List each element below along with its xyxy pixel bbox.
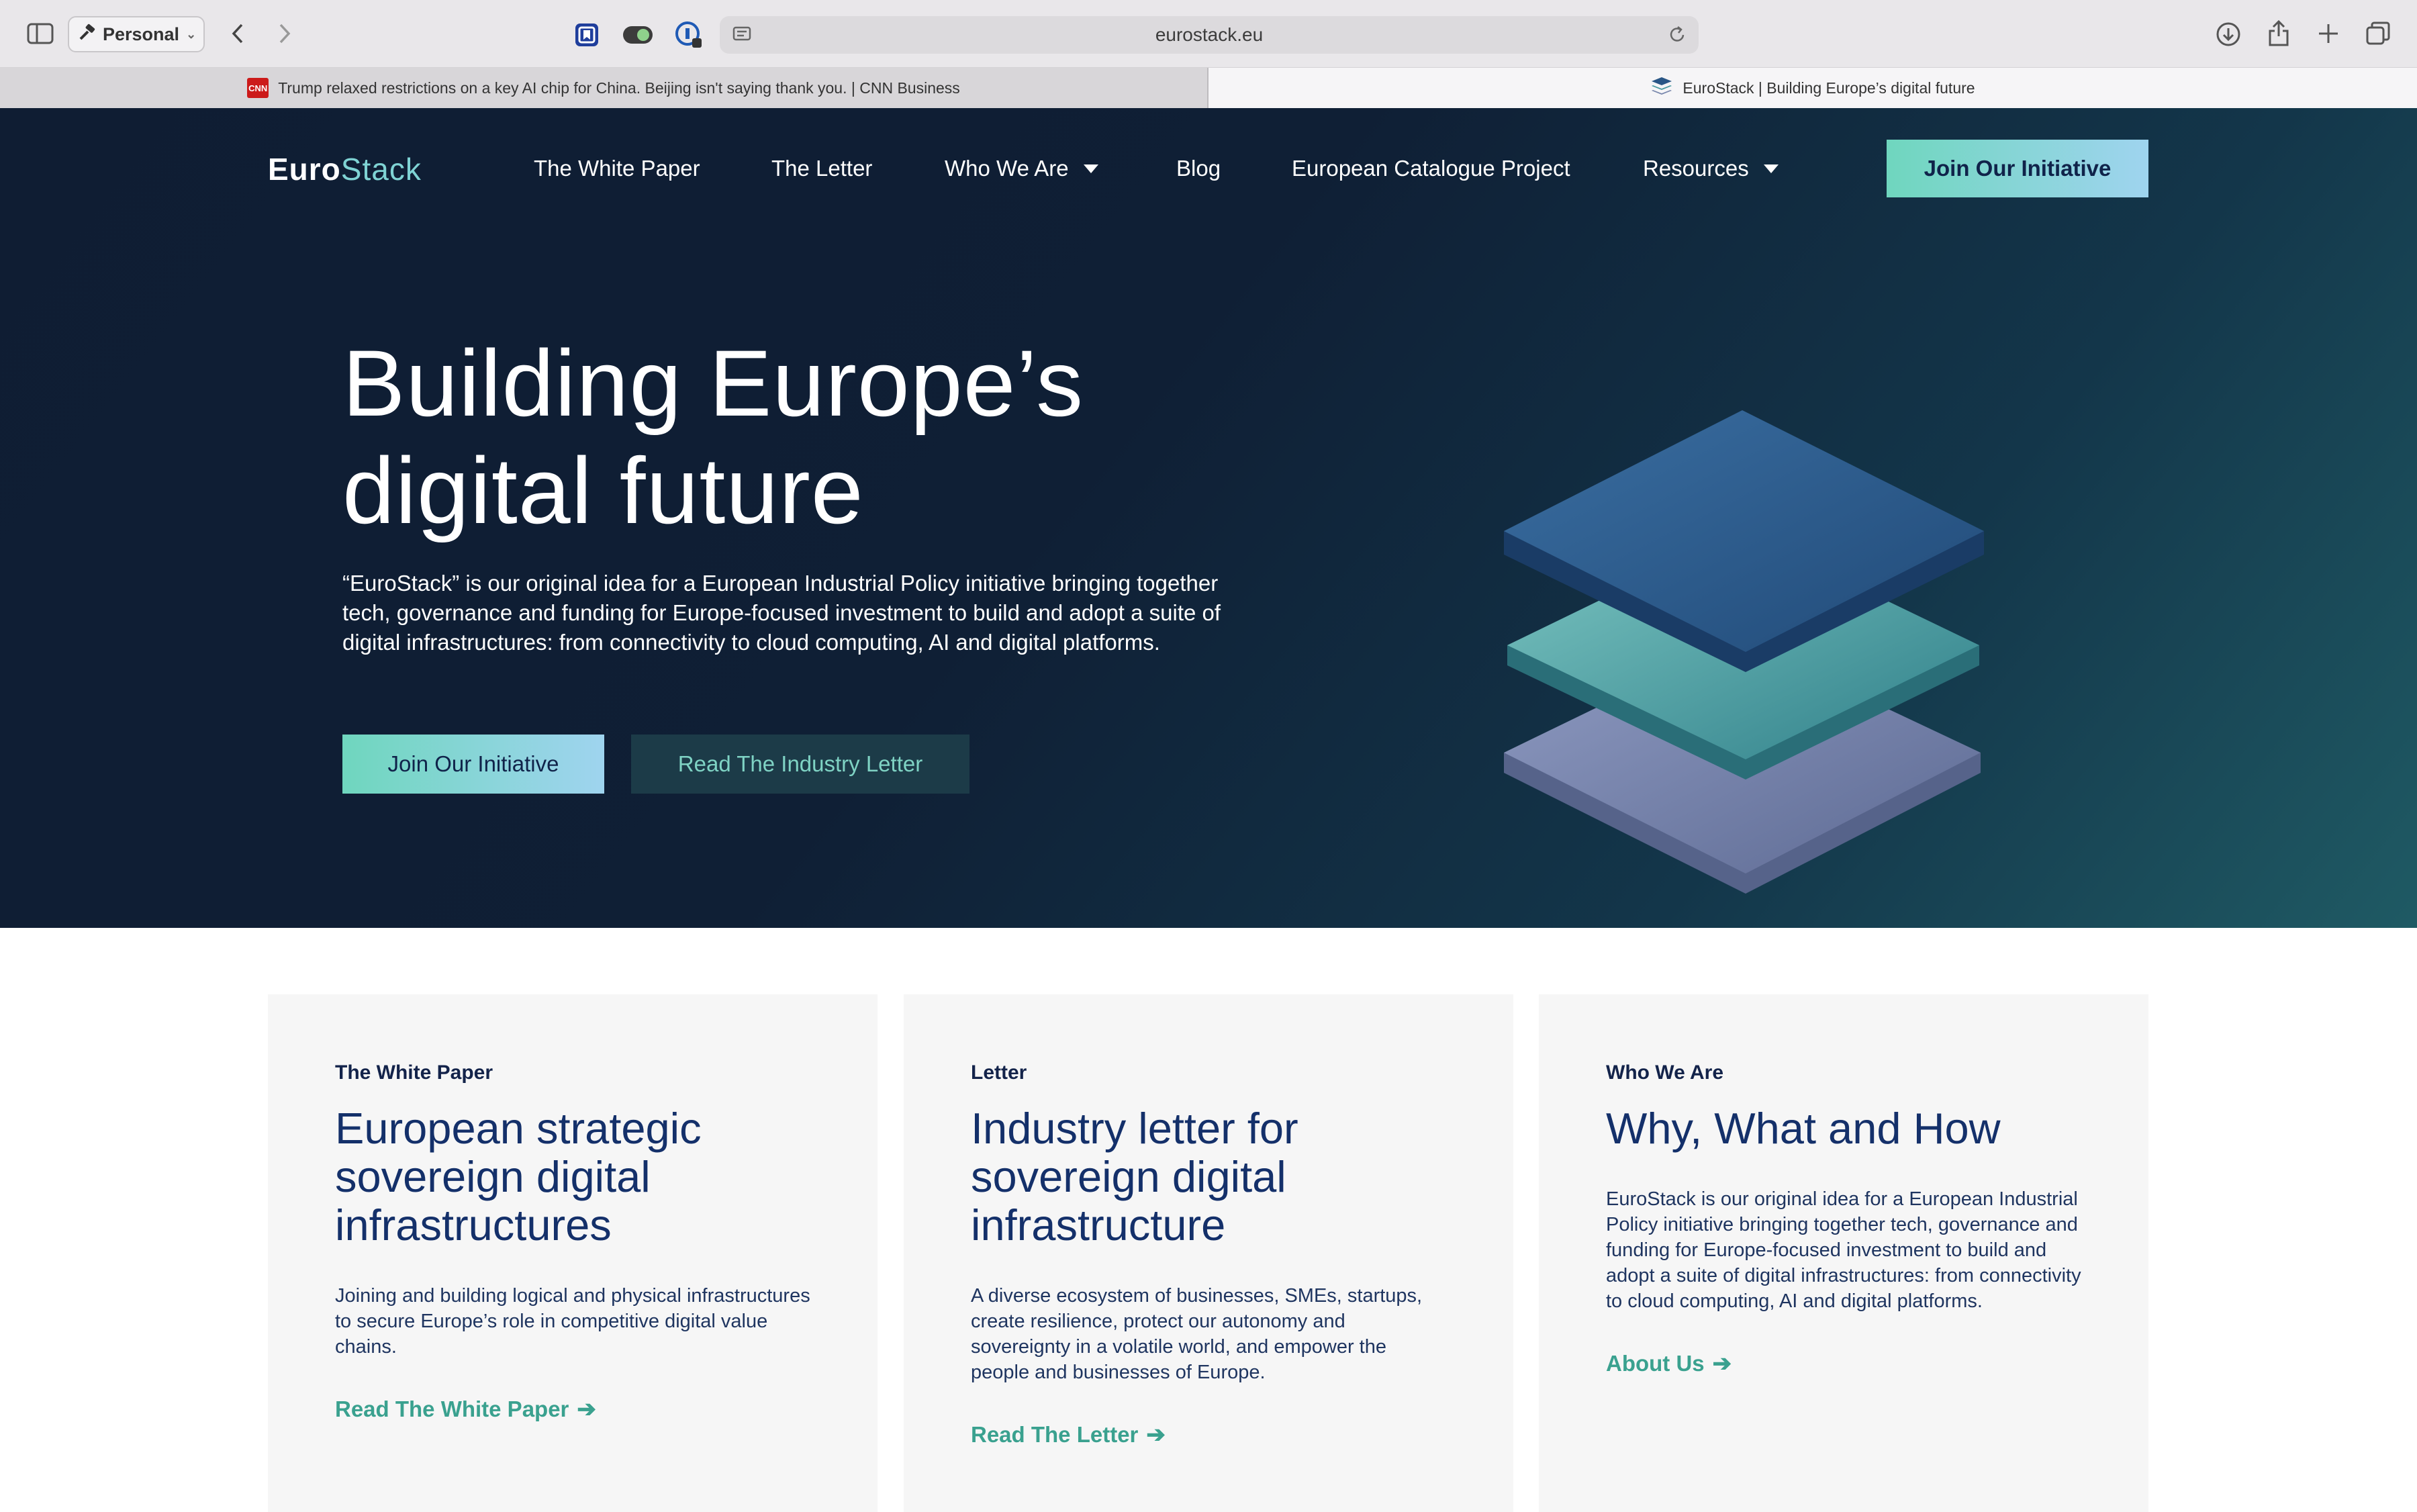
reload-icon[interactable]: [1666, 24, 1688, 50]
arrow-right-icon: ➔: [1712, 1351, 1732, 1376]
nav-item-who-we-are[interactable]: Who We Are: [945, 156, 1098, 181]
tab-cnn[interactable]: CNN Trump relaxed restrictions on a key …: [0, 68, 1208, 108]
nav-item-blog[interactable]: Blog: [1176, 156, 1221, 181]
share-icon[interactable]: [2265, 17, 2292, 48]
hero-title-line2: digital future: [342, 438, 864, 543]
card-body: A diverse ecosystem of businesses, SMEs,…: [971, 1285, 1423, 1383]
link-label: Read The White Paper: [335, 1397, 569, 1421]
back-icon[interactable]: [226, 19, 250, 48]
card-letter: Letter Industry letter for sovereign dig…: [904, 994, 1513, 1512]
caret-down-icon: [1083, 164, 1098, 173]
address-bar[interactable]: eurostack.eu: [720, 16, 1699, 54]
hero-title: Building Europe’s digital future: [342, 330, 1282, 545]
card-body: Joining and building logical and physica…: [335, 1285, 810, 1358]
browser-toolbar: Personal ⌄ eurostack.eu: [0, 0, 2417, 68]
toggle-extension-icon[interactable]: [622, 21, 654, 48]
password-extension-icon[interactable]: [674, 20, 704, 50]
card-who-we-are: Who We Are Why, What and How EuroStack i…: [1539, 994, 2148, 1512]
chevron-down-icon: ⌄: [186, 27, 197, 41]
nav-label: Resources: [1643, 156, 1749, 181]
card-eyebrow: Letter: [971, 1061, 1027, 1084]
downloads-icon[interactable]: [2214, 20, 2242, 48]
card-eyebrow: Who We Are: [1606, 1061, 1724, 1084]
nav-item-letter[interactable]: The Letter: [771, 156, 872, 181]
nav-item-resources[interactable]: Resources: [1643, 156, 1779, 181]
profile-label: Personal: [103, 23, 180, 44]
layered-stack-illustration: [1477, 323, 2001, 914]
arrow-right-icon: ➔: [577, 1397, 596, 1422]
nav-item-catalogue[interactable]: European Catalogue Project: [1292, 156, 1570, 181]
new-tab-icon[interactable]: [2315, 20, 2342, 47]
read-industry-letter-button[interactable]: Read The Industry Letter: [631, 735, 969, 794]
hero-description: “EuroStack” is our original idea for a E…: [342, 571, 1221, 655]
card-title: European strategic sovereign digital inf…: [335, 1104, 702, 1249]
forward-icon[interactable]: [273, 19, 297, 48]
card-white-paper: The White Paper European strategic sover…: [268, 994, 878, 1512]
caret-down-icon: [1763, 164, 1779, 173]
tab-overview-icon[interactable]: [2365, 20, 2391, 47]
hammer-icon: [79, 23, 96, 46]
card-title: Why, What and How: [1606, 1104, 2001, 1153]
link-label: Read The Letter: [971, 1422, 1139, 1447]
bookmark-extension-icon[interactable]: [573, 21, 600, 48]
nav-label: The Letter: [771, 156, 873, 181]
profile-switcher[interactable]: Personal ⌄: [68, 16, 205, 52]
tab-bar: CNN Trump relaxed restrictions on a key …: [0, 68, 2417, 109]
nav-item-white-paper[interactable]: The White Paper: [534, 156, 700, 181]
card-body: EuroStack is our original idea for a Eur…: [1606, 1188, 2081, 1312]
logo-stack: Stack: [340, 152, 422, 187]
hero-title-line1: Building Europe’s: [342, 330, 1084, 436]
site-logo[interactable]: EuroStack: [268, 151, 422, 187]
page-menu-icon[interactable]: [732, 25, 752, 50]
card-eyebrow: The White Paper: [335, 1061, 493, 1084]
nav-label: The White Paper: [534, 156, 700, 181]
url-text: eurostack.eu: [1155, 24, 1264, 45]
nav-join-button[interactable]: Join Our Initiative: [1887, 140, 2148, 197]
tab-eurostack[interactable]: EuroStack | Building Europe’s digital fu…: [1208, 68, 2417, 108]
card-title: Industry letter for sovereign digital in…: [971, 1104, 1298, 1249]
nav-label: Who We Are: [945, 156, 1069, 181]
link-label: About Us: [1606, 1351, 1705, 1376]
tab-title: EuroStack | Building Europe’s digital fu…: [1683, 79, 1975, 97]
cnn-favicon-icon: CNN: [247, 78, 269, 98]
read-white-paper-link[interactable]: Read The White Paper ➔: [335, 1396, 810, 1423]
hero-section: EuroStack The White Paper The Letter Who…: [0, 108, 2417, 928]
read-letter-link[interactable]: Read The Letter ➔: [971, 1421, 1446, 1448]
arrow-right-icon: ➔: [1146, 1422, 1166, 1448]
join-initiative-button[interactable]: Join Our Initiative: [342, 735, 604, 794]
tab-title: Trump relaxed restrictions on a key AI c…: [278, 79, 960, 97]
nav-label: European Catalogue Project: [1292, 156, 1570, 181]
site-nav: EuroStack The White Paper The Letter Who…: [0, 108, 2417, 229]
sidebar-toggle-icon[interactable]: [26, 20, 55, 47]
layers-favicon-icon: [1650, 76, 1673, 100]
nav-label: Blog: [1176, 156, 1221, 181]
logo-euro: Euro: [268, 152, 341, 187]
about-us-link[interactable]: About Us ➔: [1606, 1350, 2081, 1377]
